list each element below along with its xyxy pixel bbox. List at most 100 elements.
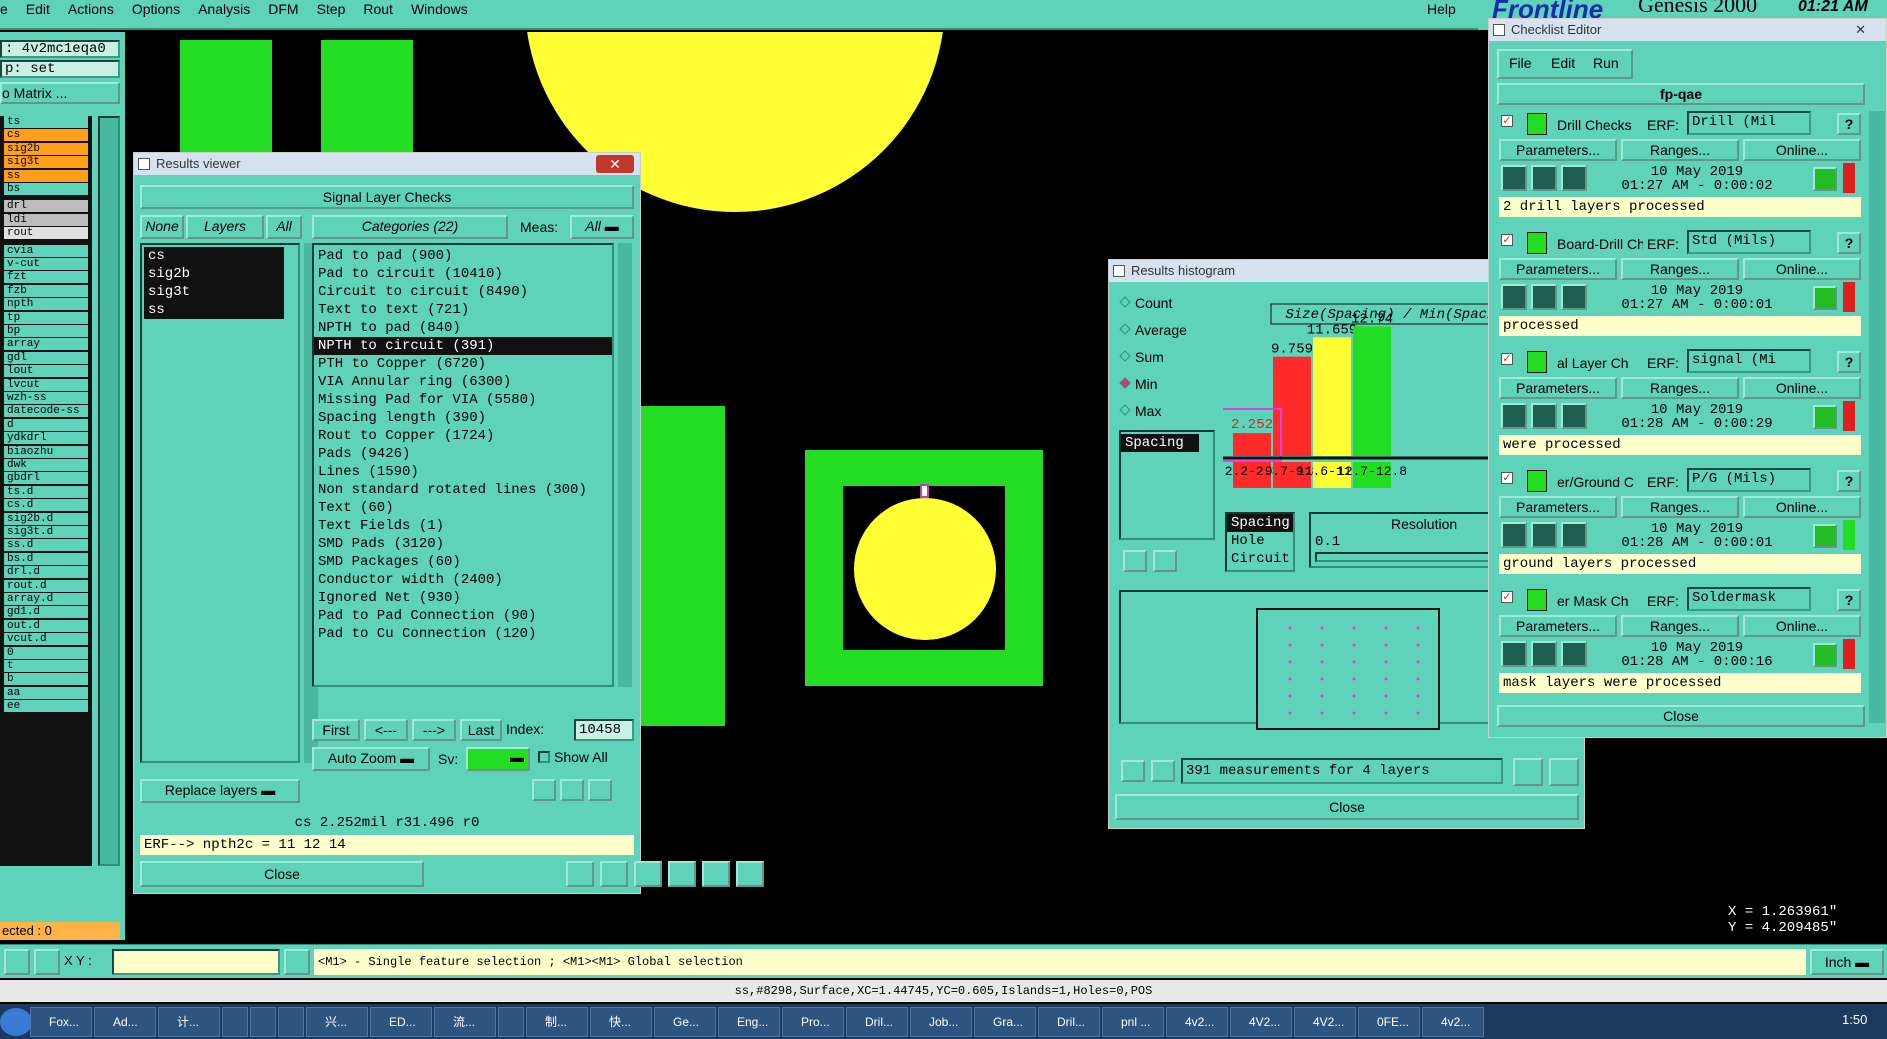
results-layer-item[interactable]: sig3t xyxy=(144,283,284,301)
tool-icon[interactable] xyxy=(1561,284,1587,310)
category-item[interactable]: Pad to pad (900) xyxy=(314,247,612,265)
parameters-button[interactable]: Parameters... xyxy=(1499,139,1617,161)
ranges-button[interactable]: Ranges... xyxy=(1621,496,1739,518)
type-item[interactable]: Hole xyxy=(1227,532,1293,550)
check-enabled-checkbox[interactable]: ✓ xyxy=(1501,591,1513,603)
close-icon[interactable]: ✕ xyxy=(1855,19,1866,41)
layer-item[interactable]: ss xyxy=(4,169,88,182)
grid-icon[interactable] xyxy=(34,949,60,975)
tool-icon[interactable] xyxy=(1501,403,1527,429)
category-item[interactable]: Pads (9426) xyxy=(314,445,612,463)
tool-icon[interactable] xyxy=(1531,403,1557,429)
print-icon[interactable] xyxy=(1549,758,1579,786)
layer-item[interactable]: tp xyxy=(4,311,88,324)
ranges-button[interactable]: Ranges... xyxy=(1621,139,1739,161)
category-item[interactable]: Circuit to circuit (8490) xyxy=(314,283,612,301)
layer-scrollbar[interactable] xyxy=(98,116,120,866)
tool-icon[interactable] xyxy=(1561,165,1587,191)
layer-item[interactable]: rout.d xyxy=(4,579,88,592)
online-button[interactable]: Online... xyxy=(1743,139,1861,161)
menu-item[interactable]: Step xyxy=(307,0,354,20)
histogram-bar[interactable] xyxy=(1313,337,1351,456)
layer-item[interactable]: vcut.d xyxy=(4,633,88,646)
category-item[interactable]: SMD Pads (3120) xyxy=(314,535,612,553)
layer-item[interactable]: bs.d xyxy=(4,552,88,565)
ranges-button[interactable]: Ranges... xyxy=(1621,377,1739,399)
close-icon[interactable]: ✕ xyxy=(596,155,634,173)
layer-item[interactable]: ts.d xyxy=(4,485,88,498)
layer-item[interactable]: bp xyxy=(4,325,88,337)
category-item[interactable]: Spacing length (390) xyxy=(314,409,612,427)
taskbar-item[interactable]: Dril... xyxy=(846,1007,908,1037)
layer-item[interactable]: out.d xyxy=(4,619,88,632)
meas-dropdown[interactable]: All ▬ xyxy=(570,215,634,239)
checklist-menu-item[interactable]: File xyxy=(1509,55,1532,71)
layer-item[interactable]: drl xyxy=(4,200,88,213)
info-icon[interactable] xyxy=(284,949,310,975)
category-item[interactable]: Text Fields (1) xyxy=(314,517,612,535)
results-layer-item[interactable]: ss xyxy=(144,301,284,319)
menu-help[interactable]: Help xyxy=(1427,0,1456,18)
layer-item[interactable]: ldi xyxy=(4,213,88,226)
layer-item[interactable]: datecode-ss xyxy=(4,405,88,418)
aggregate-option[interactable]: Max xyxy=(1119,400,1219,422)
histogram-icon[interactable] xyxy=(736,861,764,887)
tool-icon[interactable] xyxy=(1561,403,1587,429)
checklist-scrollbar[interactable] xyxy=(1869,111,1885,723)
first-button[interactable]: First xyxy=(312,719,360,741)
check-enabled-checkbox[interactable]: ✓ xyxy=(1501,234,1513,246)
layer-item[interactable]: drl.d xyxy=(4,566,88,579)
auto-zoom-dropdown[interactable]: Auto Zoom ▬ xyxy=(312,747,430,771)
histogram-list-item[interactable]: Spacing xyxy=(1121,434,1199,452)
check-enabled-checkbox[interactable]: ✓ xyxy=(1501,115,1513,127)
parameters-button[interactable]: Parameters... xyxy=(1499,496,1617,518)
layer-item[interactable]: sig3t xyxy=(4,156,88,169)
taskbar-item[interactable]: Ge... xyxy=(654,1007,716,1037)
zoom-icon[interactable] xyxy=(1813,643,1837,667)
zoom-icon[interactable] xyxy=(1813,524,1837,548)
check-enabled-checkbox[interactable]: ✓ xyxy=(1501,472,1513,484)
category-item[interactable]: Text to text (721) xyxy=(314,301,612,319)
last-button[interactable]: Last xyxy=(460,719,502,741)
layer-item[interactable]: ts xyxy=(4,116,88,128)
type-item[interactable]: Spacing xyxy=(1227,514,1293,532)
menu-item[interactable]: Analysis xyxy=(188,0,258,20)
prev-button[interactable]: <--- xyxy=(364,719,408,741)
eraser-icon[interactable] xyxy=(600,861,628,887)
category-item[interactable]: Pad to circuit (10410) xyxy=(314,265,612,283)
tool-icon[interactable] xyxy=(1531,284,1557,310)
replace-layers-dropdown[interactable]: Replace layers ▬ xyxy=(140,779,300,803)
layer-item[interactable]: aa xyxy=(4,686,88,699)
checklist-menu-item[interactable]: Edit xyxy=(1551,55,1575,71)
layers-none-button[interactable]: None xyxy=(140,215,184,239)
taskbar-item[interactable]: 快... xyxy=(590,1007,652,1037)
taskbar-item[interactable] xyxy=(278,1007,304,1037)
sv-color-dropdown[interactable]: ▬ xyxy=(466,747,530,771)
step-name-field[interactable]: p: set xyxy=(0,60,120,78)
tool-icon[interactable] xyxy=(1531,165,1557,191)
layer-item[interactable]: dwk xyxy=(4,459,88,471)
erf-field[interactable]: Drill (Mil xyxy=(1687,111,1811,135)
layer-item[interactable]: ee xyxy=(4,700,88,713)
tool-icon[interactable] xyxy=(1501,165,1527,191)
delete-icon[interactable] xyxy=(1123,550,1147,572)
type-item[interactable]: Circuit xyxy=(1227,550,1293,568)
zoom-icon[interactable] xyxy=(1813,286,1837,310)
category-item[interactable]: Rout to Copper (1724) xyxy=(314,427,612,445)
aggregate-option[interactable]: Average xyxy=(1119,319,1219,341)
menu-item[interactable]: Rout xyxy=(353,0,401,20)
tool-icon[interactable] xyxy=(1501,522,1527,548)
units-dropdown[interactable]: Inch ▬ xyxy=(1810,949,1884,975)
layer-item[interactable]: ss.d xyxy=(4,539,88,552)
layer-item[interactable]: v-cut xyxy=(4,258,88,270)
taskbar-item[interactable]: 流... xyxy=(434,1007,496,1037)
online-button[interactable]: Online... xyxy=(1743,258,1861,280)
parameters-button[interactable]: Parameters... xyxy=(1499,258,1617,280)
taskbar-item[interactable]: pnl ... xyxy=(1102,1007,1164,1037)
taskbar-item[interactable]: Eng... xyxy=(718,1007,780,1037)
layer-item[interactable]: b xyxy=(4,673,88,686)
taskbar-item[interactable]: 4V2... xyxy=(1230,1007,1292,1037)
delete-icon[interactable] xyxy=(532,779,556,801)
tool-icon[interactable] xyxy=(1561,641,1587,667)
category-item[interactable]: Pad to Pad Connection (90) xyxy=(314,607,612,625)
